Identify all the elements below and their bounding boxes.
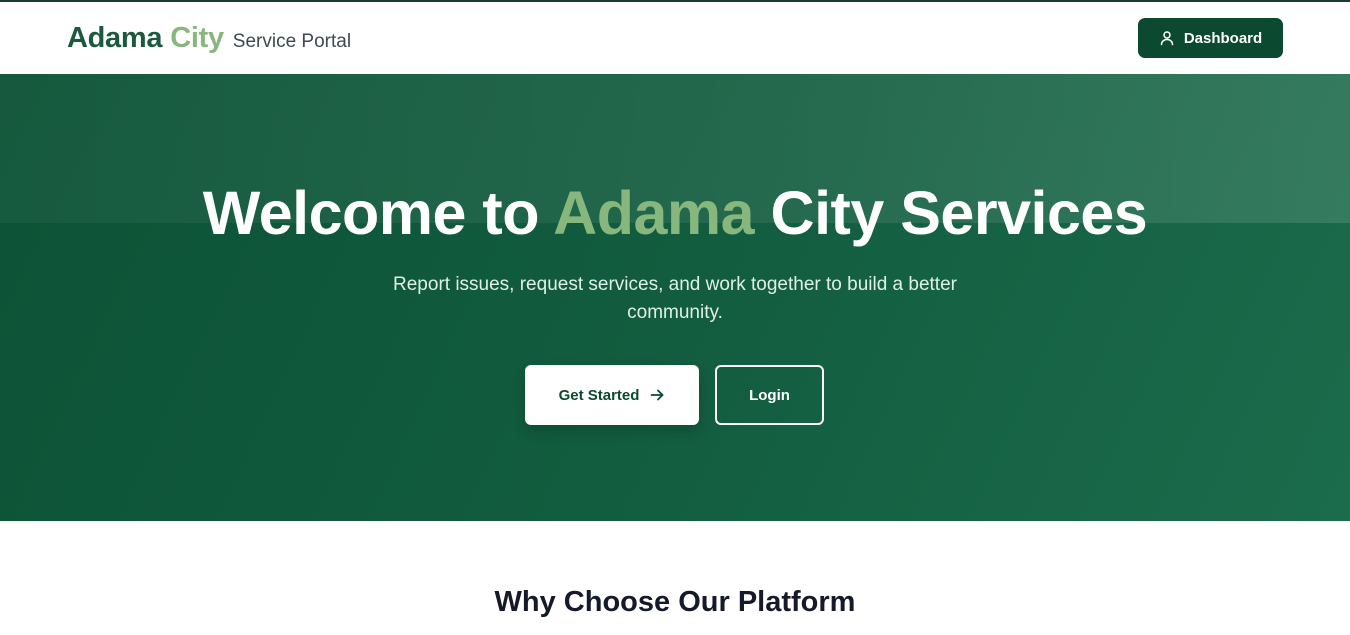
brand-subtitle: Service Portal xyxy=(232,31,352,52)
dashboard-button[interactable]: Dashboard xyxy=(1138,18,1283,58)
hero-title-accent: Adama xyxy=(553,179,755,247)
get-started-label: Get Started xyxy=(558,386,640,404)
user-icon xyxy=(1159,30,1175,46)
hero-subtitle: Report issues, request services, and wor… xyxy=(393,274,957,323)
login-button[interactable]: Login xyxy=(715,365,824,425)
brand-logo[interactable]: Adama City Service Portal xyxy=(67,22,351,55)
hero-title-part1: Welcome to xyxy=(202,179,540,247)
brand-name-primary: Adama xyxy=(67,22,163,54)
get-started-button[interactable]: Get Started xyxy=(525,365,699,425)
arrow-right-icon xyxy=(649,387,665,403)
site-header: Adama City Service Portal Dashboard xyxy=(0,2,1350,74)
why-choose-heading: Why Choose Our Platform xyxy=(494,586,856,618)
login-label: Login xyxy=(749,386,790,404)
hero-title: Welcome to Adama City Services xyxy=(0,178,1350,248)
dashboard-button-label: Dashboard xyxy=(1183,29,1263,47)
brand-name-secondary: City xyxy=(170,22,224,54)
hero-title-part2: City Services xyxy=(770,179,1148,247)
hero-section: Welcome to Adama City Services Report is… xyxy=(0,74,1350,521)
